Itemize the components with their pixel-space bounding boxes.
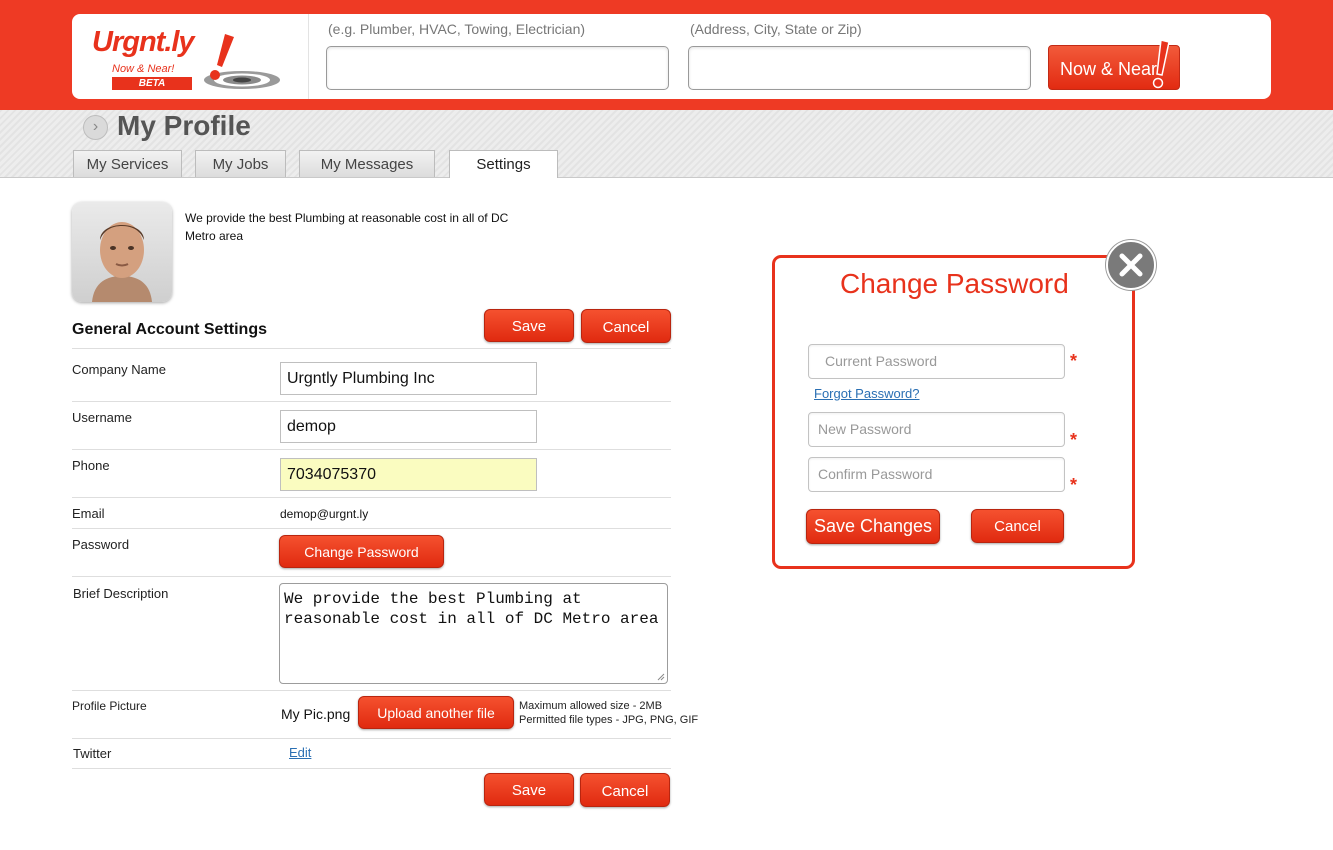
location-search-input[interactable]: [688, 46, 1031, 90]
service-search-input[interactable]: [326, 46, 669, 90]
divider: [72, 449, 671, 450]
divider: [72, 497, 671, 498]
service-label: (e.g. Plumber, HVAC, Towing, Electrician…: [328, 21, 586, 37]
twitter-edit-link[interactable]: Edit: [289, 745, 311, 760]
brief-description-textarea[interactable]: We provide the best Plumbing at reasonab…: [279, 583, 668, 684]
username-input[interactable]: demop: [280, 410, 537, 443]
divider: [72, 738, 671, 739]
password-label: Password: [72, 537, 130, 552]
now-and-near-button[interactable]: Now & Near: [1048, 39, 1180, 90]
divider: [72, 768, 671, 769]
profile-intro: We provide the best Plumbing at reasonab…: [185, 211, 509, 243]
change-password-dialog: Change Password Current Password * Forgo…: [772, 255, 1135, 569]
upload-requirements: Maximum allowed size - 2MB Permitted fil…: [519, 699, 698, 727]
location-label: (Address, City, State or Zip): [690, 21, 862, 37]
divider: [72, 348, 671, 349]
profile-picture-label: Profile Picture: [72, 699, 147, 713]
company-name-label: Company Name: [72, 362, 166, 377]
upload-another-file-button[interactable]: Upload another file: [358, 696, 514, 729]
save-changes-button[interactable]: Save Changes: [806, 509, 940, 544]
save-button-bottom[interactable]: Save: [484, 773, 574, 806]
tab-settings[interactable]: Settings: [449, 150, 558, 178]
current-password-input[interactable]: Current Password: [808, 344, 1065, 379]
brief-description-text: We provide the best Plumbing at reasonab…: [284, 590, 659, 628]
beta-badge: BETA: [112, 77, 192, 90]
divider: [72, 401, 671, 402]
divider: [72, 528, 671, 529]
dialog-cancel-button[interactable]: Cancel: [971, 509, 1064, 543]
tab-my-services[interactable]: My Services: [73, 150, 182, 177]
twitter-label: Twitter: [73, 746, 112, 761]
logo-tagline: Now & Near!: [112, 63, 175, 75]
logo-wordmark: Urgnt.ly: [92, 26, 195, 58]
brief-description-label: Brief Description: [73, 586, 169, 601]
max-size-note: Maximum allowed size - 2MB: [519, 700, 663, 712]
username-label: Username: [72, 410, 132, 425]
save-button-top[interactable]: Save: [484, 309, 574, 342]
target-exclamation-icon: [204, 34, 280, 89]
file-types-note: Permitted file types - JPG, PNG, GIF: [519, 714, 699, 726]
cancel-button-top[interactable]: Cancel: [581, 309, 671, 343]
confirm-password-input[interactable]: Confirm Password: [808, 457, 1065, 492]
tab-my-messages[interactable]: My Messages: [299, 150, 435, 177]
dialog-title: Change Password: [840, 268, 1069, 299]
section-title: General Account Settings: [72, 321, 267, 338]
header: Urgnt.ly Now & Near! BETA (e.g. Plumber,…: [72, 14, 1271, 99]
divider: [72, 576, 671, 577]
profile-photo-icon: [72, 202, 172, 302]
required-marker: *: [1070, 430, 1078, 450]
page-title: My Profile: [117, 110, 251, 141]
resize-handle-icon[interactable]: [657, 673, 665, 681]
phone-label: Phone: [72, 458, 110, 473]
company-name-input[interactable]: Urgntly Plumbing Inc: [280, 362, 537, 395]
tab-my-jobs[interactable]: My Jobs: [195, 150, 286, 177]
close-icon: [1119, 253, 1143, 277]
close-dialog-button[interactable]: [1106, 240, 1156, 290]
change-password-button[interactable]: Change Password: [279, 535, 444, 568]
now-and-near-label: Now & Near: [1060, 59, 1158, 79]
header-divider: [308, 14, 309, 99]
phone-input[interactable]: 7034075370: [280, 458, 537, 491]
cancel-button-bottom[interactable]: Cancel: [580, 773, 670, 807]
forgot-password-link[interactable]: Forgot Password?: [814, 386, 920, 401]
chevron-right-icon[interactable]: ›: [83, 115, 108, 140]
required-marker: *: [1070, 351, 1078, 371]
new-password-input[interactable]: New Password: [808, 412, 1065, 447]
exclamation-icon: [1152, 39, 1170, 89]
avatar: [72, 202, 172, 302]
email-value: demop@urgnt.ly: [280, 507, 369, 521]
required-marker: *: [1070, 475, 1078, 495]
divider: [72, 690, 671, 691]
logo[interactable]: Urgnt.ly Now & Near! BETA: [92, 22, 280, 92]
profile-picture-filename: My Pic.png: [281, 706, 351, 722]
email-label: Email: [72, 506, 105, 521]
